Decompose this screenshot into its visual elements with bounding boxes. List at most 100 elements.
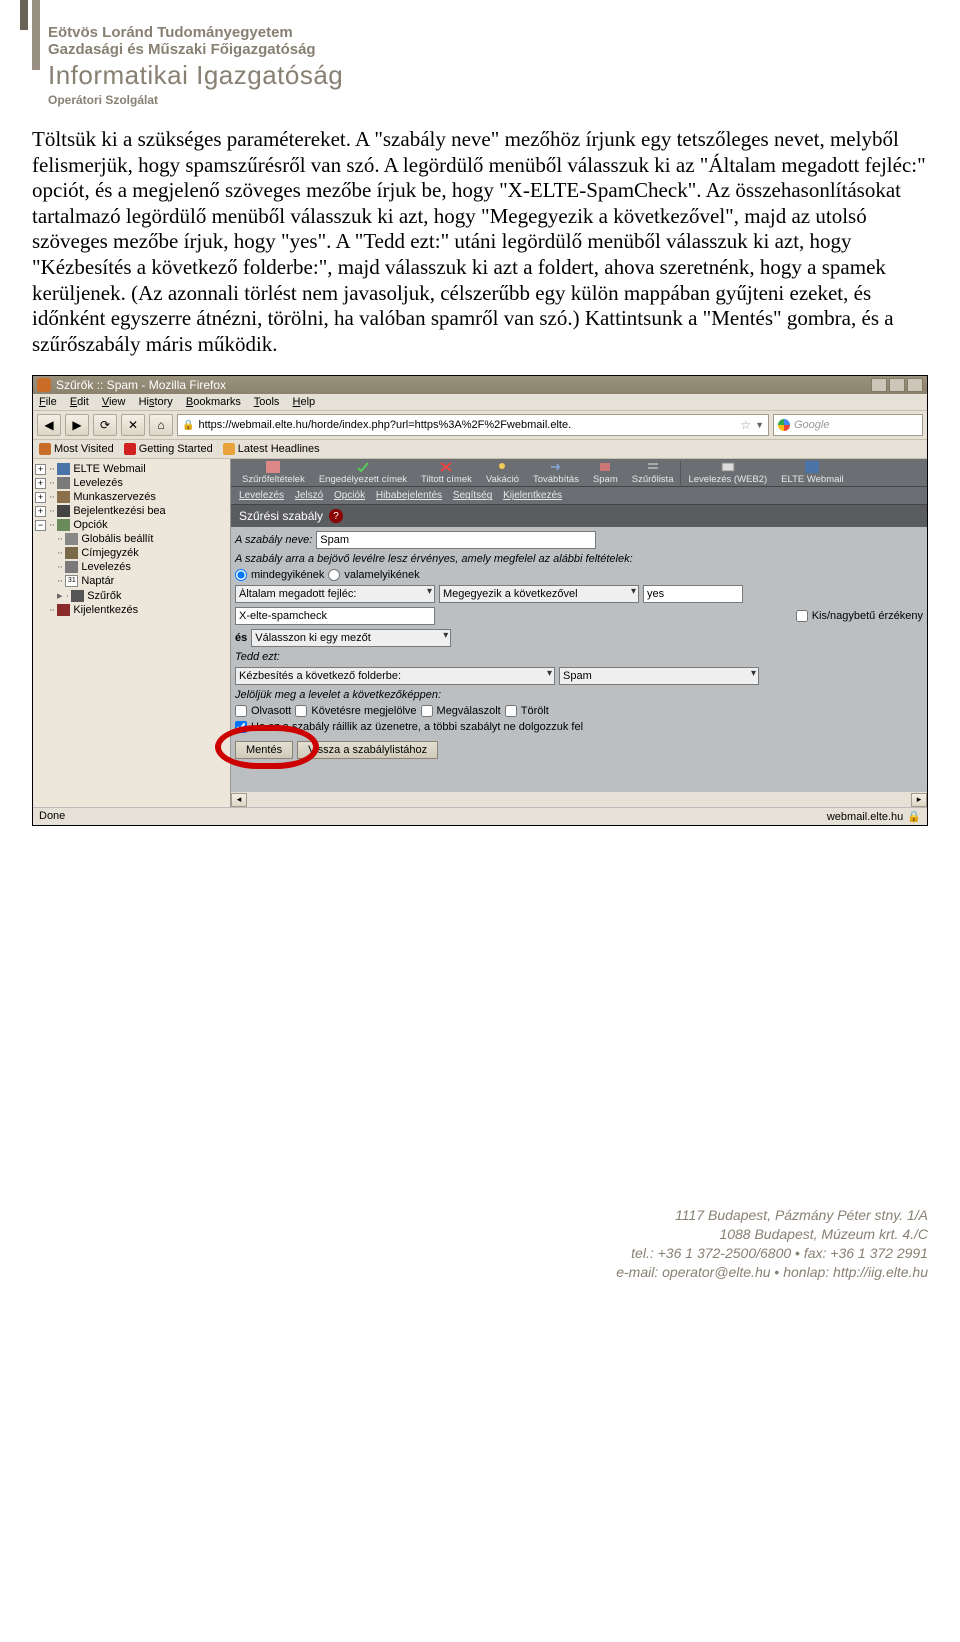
header-value-input[interactable] xyxy=(235,607,435,625)
status-done: Done xyxy=(39,810,65,823)
url-input[interactable] xyxy=(198,419,736,431)
firefox-window: Szűrők :: Spam - Mozilla Firefox File Ed… xyxy=(32,375,928,826)
reload-button[interactable]: ⟳ xyxy=(93,414,117,436)
sidebar-item-naptar[interactable]: ··31Naptár xyxy=(35,574,228,588)
menu-history[interactable]: History xyxy=(139,396,173,408)
sub-levelezes[interactable]: Levelezés xyxy=(239,490,284,501)
org-line2: Gazdasági és Műszaki Főigazgatóság xyxy=(48,41,928,58)
menu-bar: File Edit View History Bookmarks Tools H… xyxy=(33,394,927,411)
sub-segitseg[interactable]: Segítség xyxy=(453,490,492,501)
back-button[interactable]: ◀ xyxy=(37,414,61,436)
app-subtoolbar: Levelezés Jelszó Opciók Hibabejelentés S… xyxy=(231,487,927,505)
menu-view[interactable]: View xyxy=(102,396,126,408)
nav-toolbar: ◀ ▶ ⟳ ✕ ⌂ 🔒 ☆ ▼ Google xyxy=(33,411,927,440)
bookmarks-bar: Most Visited Getting Started Latest Head… xyxy=(33,440,927,459)
forward-button[interactable]: ▶ xyxy=(65,414,89,436)
radio-all[interactable] xyxy=(235,569,247,581)
rss-icon xyxy=(223,443,235,455)
rule-name-input[interactable] xyxy=(316,531,596,549)
bookmark-latest-headlines[interactable]: Latest Headlines xyxy=(223,443,320,455)
folder-icon xyxy=(39,443,51,455)
scroll-left-icon[interactable]: ◂ xyxy=(231,793,247,807)
menu-help[interactable]: Help xyxy=(293,396,316,408)
close-button[interactable] xyxy=(907,378,923,392)
lock-icon: 🔒 xyxy=(182,420,194,431)
compare-value-input[interactable] xyxy=(643,585,743,603)
page-footer: 1117 Budapest, Pázmány Péter stny. 1/A 1… xyxy=(32,1206,928,1282)
document-header: Eötvös Loránd Tudományegyetem Gazdasági … xyxy=(48,24,928,107)
sidebar-item-kijelentkezes[interactable]: ··Kijelentkezés xyxy=(35,603,228,617)
tb-tovabbitas[interactable]: Továbbítás xyxy=(526,461,586,485)
sub-hibabejelentes[interactable]: Hibabejelentés xyxy=(376,490,442,501)
sidebar-item-bejelentkezes[interactable]: +··Bejelentkezési bea xyxy=(35,504,228,518)
org-line4: Operátori Szolgálat xyxy=(48,93,928,107)
stop-checkbox[interactable] xyxy=(235,721,247,733)
sidebar-item-levelezes2[interactable]: ··Levelezés xyxy=(35,560,228,574)
sub-opciok[interactable]: Opciók xyxy=(334,490,365,501)
rule-header: Szűrési szabály ? xyxy=(231,505,927,527)
tb-engedelyezett[interactable]: Engedélyezett címek xyxy=(312,461,414,485)
bookmark-getting-started[interactable]: Getting Started xyxy=(124,443,213,455)
rule-name-label: A szabály neve: xyxy=(235,534,312,546)
back-button[interactable]: Vissza a szabálylistához xyxy=(297,741,438,759)
sidebar-item-globalis[interactable]: ··Globális beállít xyxy=(35,532,228,546)
search-placeholder: Google xyxy=(794,419,829,431)
and-label: és xyxy=(235,632,247,644)
scroll-right-icon[interactable]: ▸ xyxy=(911,793,927,807)
app-main: Szűrőfeltételek Engedélyezett címek Tilt… xyxy=(231,459,927,807)
bookmark-star-icon[interactable]: ☆ xyxy=(740,418,751,432)
stop-button[interactable]: ✕ xyxy=(121,414,145,436)
org-line1: Eötvös Loránd Tudományegyetem xyxy=(48,24,928,41)
bookmark-most-visited[interactable]: Most Visited xyxy=(39,443,114,455)
footer-tel: tel.: +36 1 372-2500/6800 xyxy=(631,1245,791,1261)
case-checkbox[interactable] xyxy=(796,610,808,622)
field-select2[interactable]: Válasszon ki egy mezőt xyxy=(251,629,451,647)
tb-szurofeltetelek[interactable]: Szűrőfeltételek xyxy=(235,461,312,485)
footer-web: honlap: http://iig.elte.hu xyxy=(783,1264,928,1280)
sidebar-item-cimjegyzek[interactable]: ··Címjegyzék xyxy=(35,546,228,560)
status-lock-icon: 🔒 xyxy=(907,810,921,823)
help-icon[interactable]: ? xyxy=(329,509,343,523)
search-box[interactable]: Google xyxy=(773,414,923,436)
sidebar-item-opciok[interactable]: −··Opciók xyxy=(35,518,228,532)
mark-deleted[interactable] xyxy=(505,705,517,717)
compare-select[interactable]: Megegyezik a következővel xyxy=(439,585,639,603)
folder-select[interactable]: Spam xyxy=(559,667,759,685)
maximize-button[interactable] xyxy=(889,378,905,392)
sub-jelszo[interactable]: Jelszó xyxy=(295,490,323,501)
sub-kijelentkezes[interactable]: Kijelentkezés xyxy=(503,490,562,501)
url-dropdown-icon[interactable]: ▼ xyxy=(755,420,764,430)
tb-vakacio[interactable]: Vakáció xyxy=(479,461,526,485)
radio-any[interactable] xyxy=(328,569,340,581)
status-host: webmail.elte.hu xyxy=(827,811,903,823)
mark-read[interactable] xyxy=(235,705,247,717)
sidebar-item-munkaszervezes[interactable]: +··Munkaszervezés xyxy=(35,490,228,504)
tb-szurolista[interactable]: Szűrőlista xyxy=(625,461,681,485)
minimize-button[interactable] xyxy=(871,378,887,392)
mark-follow[interactable] xyxy=(295,705,307,717)
home-button[interactable]: ⌂ xyxy=(149,414,173,436)
app-sidebar: +··ELTE Webmail +··Levelezés +··Munkasze… xyxy=(33,459,231,807)
tb-tiltott[interactable]: Tiltott címek xyxy=(414,461,479,485)
case-label: Kis/nagybetű érzékeny xyxy=(812,610,923,622)
sidebar-item-webmail[interactable]: +··ELTE Webmail xyxy=(35,462,228,476)
sidebar-item-szurok[interactable]: ▸·Szűrők xyxy=(35,588,228,603)
tb-levelezes-web2[interactable]: Levelezés (WEB2) xyxy=(681,461,774,485)
menu-file[interactable]: File xyxy=(39,396,57,408)
tb-spam[interactable]: Spam xyxy=(586,461,625,485)
tb-elte-webmail[interactable]: ELTE Webmail xyxy=(774,461,850,485)
save-button[interactable]: Mentés xyxy=(235,741,293,759)
menu-edit[interactable]: Edit xyxy=(70,396,89,408)
rule-desc: A szabály arra a bejövő levélre lesz érv… xyxy=(235,553,633,565)
action-select[interactable]: Kézbesítés a következő folderbe: xyxy=(235,667,555,685)
url-bar[interactable]: 🔒 ☆ ▼ xyxy=(177,414,769,436)
h-scrollbar[interactable]: ◂ ▸ xyxy=(231,791,927,807)
action-label: Tedd ezt: xyxy=(235,651,280,663)
menu-tools[interactable]: Tools xyxy=(254,396,280,408)
app-toolbar: Szűrőfeltételek Engedélyezett címek Tilt… xyxy=(231,459,927,487)
mark-answered[interactable] xyxy=(421,705,433,717)
field-select[interactable]: Általam megadott fejléc: xyxy=(235,585,435,603)
menu-bookmarks[interactable]: Bookmarks xyxy=(186,396,241,408)
sidebar-item-levelezes[interactable]: +··Levelezés xyxy=(35,476,228,490)
org-line3: Informatikai Igazgatóság xyxy=(48,60,928,91)
